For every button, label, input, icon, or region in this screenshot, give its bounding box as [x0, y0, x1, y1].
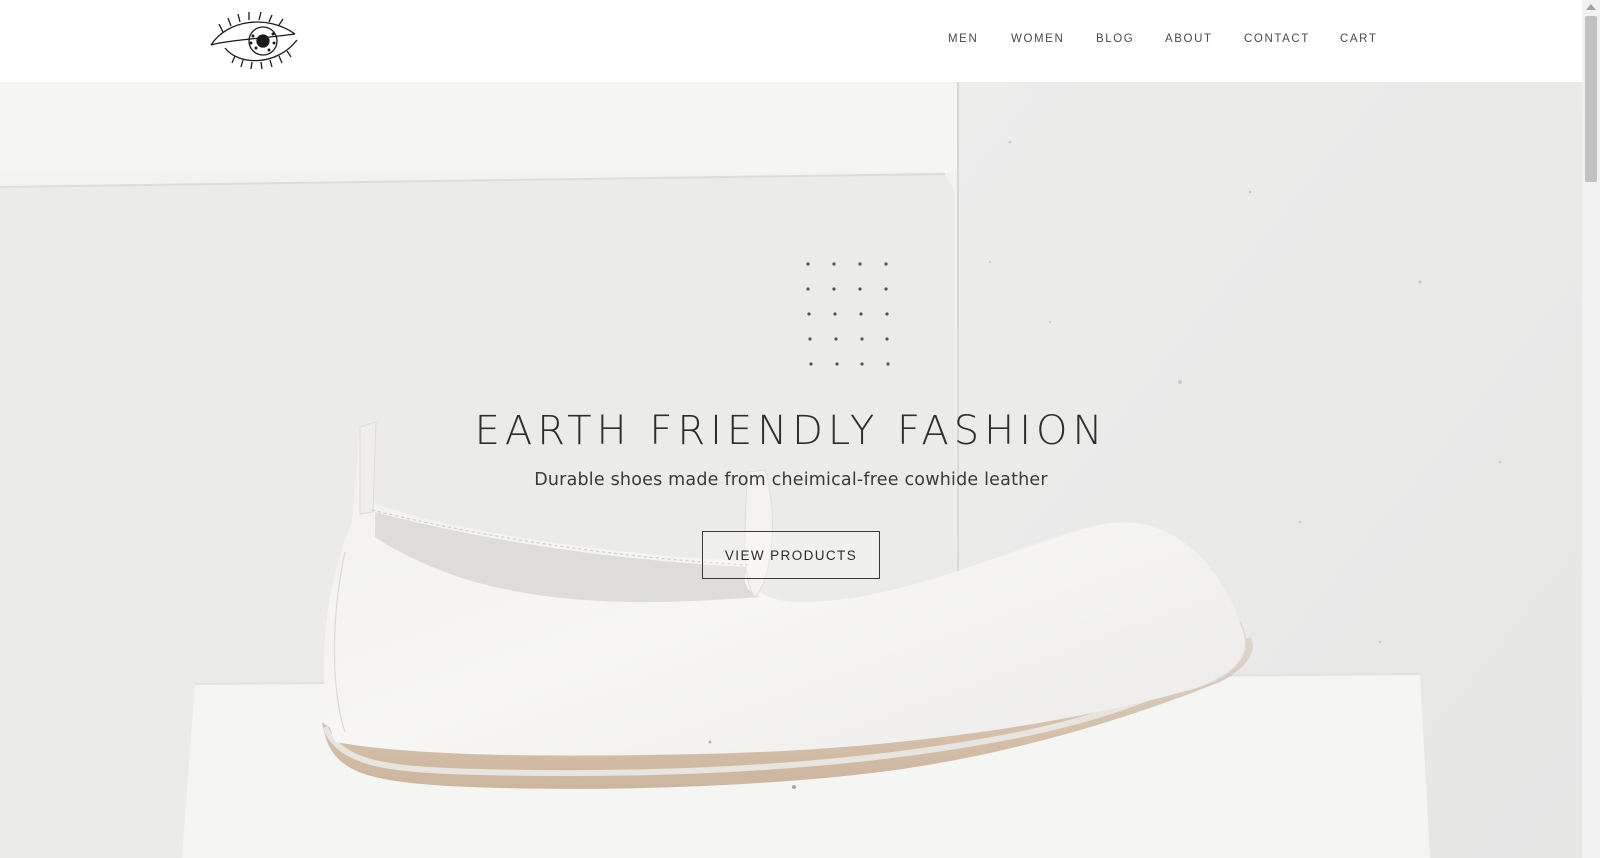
nav-blog[interactable]: BLOG — [1096, 33, 1134, 45]
site-header: MEN WOMEN BLOG ABOUT CONTACT CART — [0, 0, 1582, 82]
scroll-thumb[interactable] — [1585, 16, 1597, 182]
page: MEN WOMEN BLOG ABOUT CONTACT CART EARTH … — [0, 0, 1600, 858]
hero-title: EARTH FRIENDLY FASHION — [474, 408, 1108, 454]
hero-subtitle: Durable shoes made from cheimical-free c… — [534, 470, 1048, 490]
nav-cart[interactable]: CART — [1340, 33, 1378, 45]
dot-grid-icon — [806, 262, 890, 366]
nav-about[interactable]: ABOUT — [1165, 33, 1213, 45]
scroll-up-icon[interactable] — [1586, 4, 1596, 10]
nav-women[interactable]: WOMEN — [1011, 33, 1064, 45]
main-nav: MEN WOMEN BLOG ABOUT CONTACT CART — [0, 33, 1582, 49]
nav-men[interactable]: MEN — [948, 33, 978, 45]
page-scrollbar[interactable] — [1582, 0, 1600, 858]
view-products-button[interactable]: VIEW PRODUCTS — [702, 531, 880, 579]
nav-contact[interactable]: CONTACT — [1244, 33, 1310, 45]
hero-section: EARTH FRIENDLY FASHION Durable shoes mad… — [0, 82, 1582, 858]
